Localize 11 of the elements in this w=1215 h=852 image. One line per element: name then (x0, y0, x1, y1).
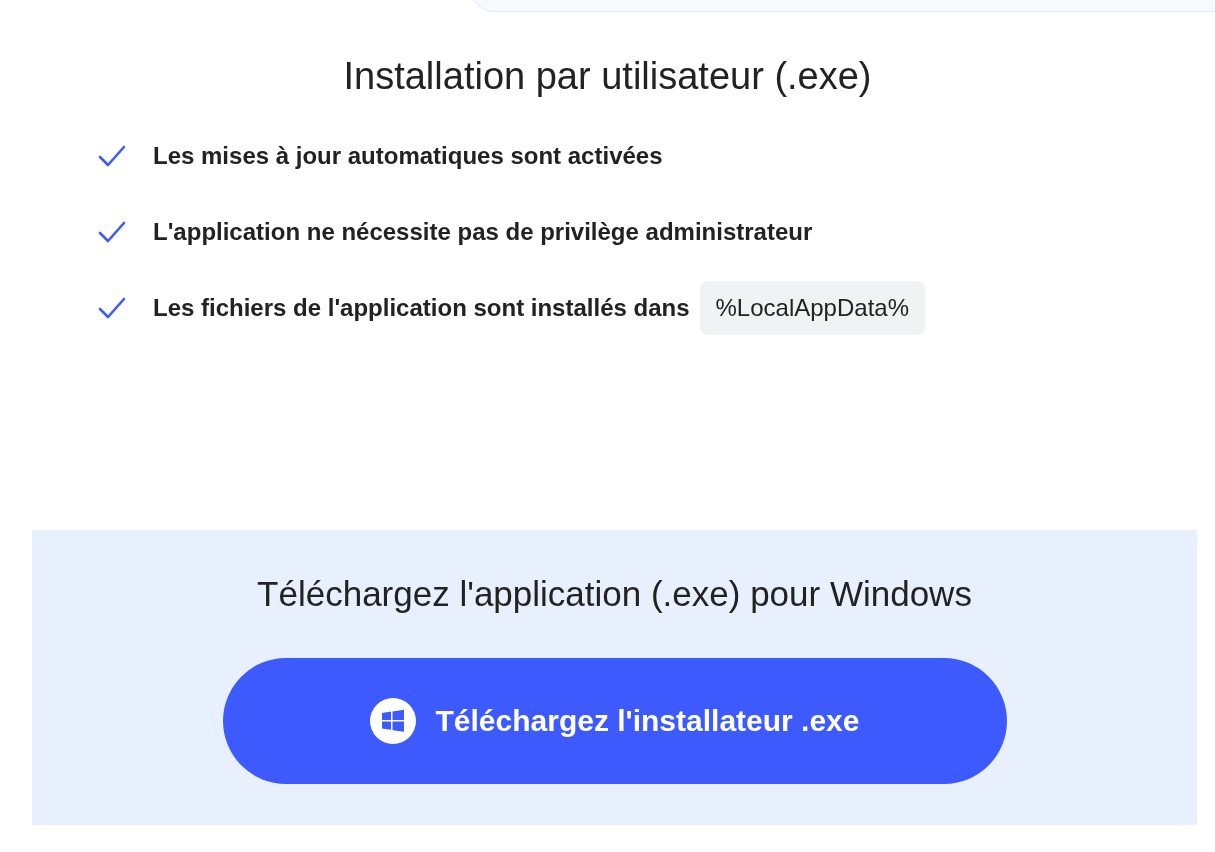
feature-text: L'application ne nécessite pas de privilège administrateur (153, 218, 813, 246)
download-heading: Téléchargez l'application (.exe) pour Windows (257, 573, 972, 615)
checkmark-icon (98, 296, 126, 320)
feature-text: Les fichiers de l'application sont installés dans (153, 294, 690, 322)
section-title: Installation par utilisateur (.exe) (343, 54, 872, 99)
checkmark-icon (98, 144, 126, 168)
windows-icon (369, 698, 416, 744)
feature-text: Les mises à jour automatiques sont activées (153, 142, 663, 170)
checkmark-icon (98, 220, 126, 244)
download-button[interactable]: Téléchargez l'installateur .exe (222, 658, 1007, 784)
code-chip: %LocalAppData% (699, 281, 925, 335)
